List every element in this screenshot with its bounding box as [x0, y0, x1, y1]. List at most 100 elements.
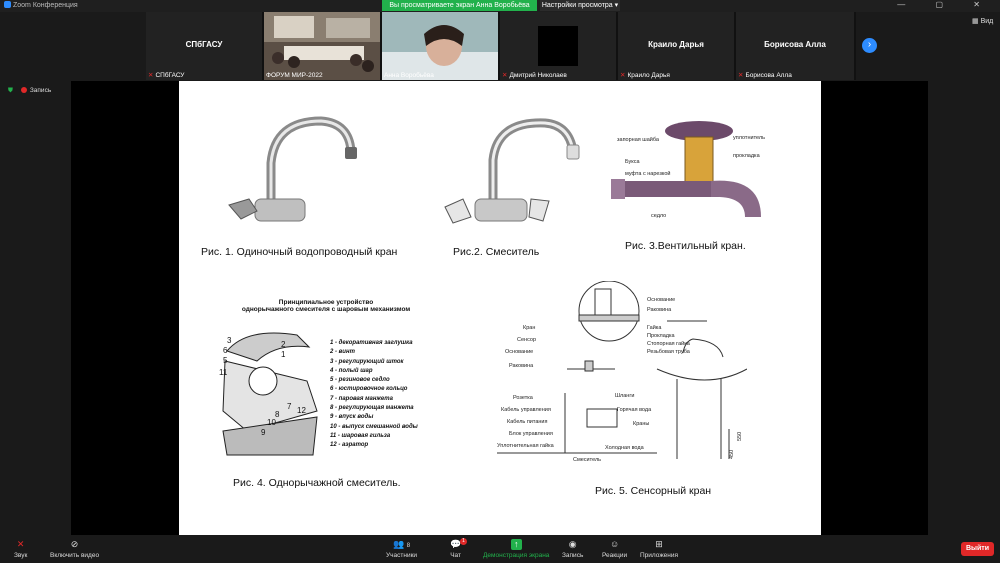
fig5-dimension: 450 — [729, 450, 735, 459]
fig4-title-line1: Принципиальное устройство — [278, 299, 374, 306]
reactions-label: Реакции — [602, 552, 628, 559]
participants-button[interactable]: 👥 8 Участники — [386, 539, 417, 559]
legend-item: 9 - впуск воды — [330, 414, 374, 421]
fig4-single-lever-mixer-image: 3 6 5 11 2 1 7 12 8 10 9 — [219, 332, 318, 456]
participant-tile-video[interactable]: Анна Воробьёва — [382, 12, 498, 80]
fig5-label: Раковина — [647, 307, 672, 313]
svg-text:прокладка: прокладка — [733, 153, 761, 159]
mic-muted-icon: ✕ — [738, 72, 744, 79]
fig5-label: Блок управления — [509, 431, 553, 437]
apps-label: Приложения — [640, 552, 679, 559]
app-title: Zoom Конференция — [4, 1, 78, 9]
fig5-label: Кран — [523, 325, 535, 331]
participants-label: Участники — [386, 552, 418, 559]
gallery-strip: СПбГАСУ ✕ СПбГАСУ ФОРУМ МИР-2022 Анна Вор… — [146, 12, 856, 80]
presenter-video — [382, 12, 498, 80]
fig5-label: Кабель питания — [507, 419, 548, 425]
svg-text:муфта с нарезкой: муфта с нарезкой — [625, 170, 670, 177]
participant-tile[interactable]: Краило Дарья ✕ Краило Дарья — [618, 12, 734, 80]
meeting-toolbar: ✕ Звук ⊘ Включить видео 👥 8 Участники 💬 … — [0, 536, 1000, 563]
participant-tile[interactable]: ✕ Дмитрий Николаев — [500, 12, 616, 80]
record-label: Запись — [562, 552, 584, 559]
zoom-logo-icon — [4, 1, 11, 8]
fig5-label: Стопорная гайка — [647, 340, 691, 347]
fig3-valve-tap-image: запорная шайба Букса муфта с нарезкой уп… — [611, 121, 765, 219]
fig5-label: Шланги — [615, 393, 634, 399]
svg-text:уплотнитель: уплотнитель — [733, 135, 765, 141]
fig5-label: Гайка — [647, 324, 662, 331]
participant-tile[interactable]: СПбГАСУ ✕ СПбГАСУ — [146, 12, 262, 80]
leave-button[interactable]: Выйти — [961, 542, 994, 556]
fig5-sensor-tap-diagram: Основание Раковина Гайка Прокладка Стопо… — [497, 281, 747, 463]
svg-text:запорная шайба: запорная шайба — [617, 136, 660, 143]
svg-text:7: 7 — [287, 402, 292, 411]
fig2-mixer-image — [444, 118, 580, 224]
fig5-label: Уплотнительная гайка — [497, 442, 555, 449]
avatar — [538, 26, 578, 66]
fig5-label: Сенсор — [517, 337, 536, 343]
fig4-legend: 1 - декоративная заглушка 2 - винт 3 - р… — [330, 339, 418, 451]
participant-name-large: Краило Дарья — [648, 40, 704, 49]
svg-text:Букса: Букса — [625, 159, 640, 165]
legend-item: 4 - полый шар — [330, 367, 373, 374]
fig5-label: Смеситель — [573, 457, 601, 463]
participant-tile[interactable]: Борисова Алла ✕ Борисова Алла — [736, 12, 854, 80]
participant-caption: ФОРУМ МИР-2022 — [266, 72, 323, 79]
legend-item: 6 - юстировочное кольцо — [330, 386, 408, 393]
fig4-title-line2: однорычажного смесителя с шаровым механи… — [241, 306, 411, 313]
svg-text:10: 10 — [267, 418, 276, 427]
reactions-button[interactable]: ☺ Реакции — [602, 539, 627, 559]
participants-count: 8 — [406, 543, 411, 549]
svg-text:6: 6 — [223, 346, 228, 355]
participant-caption: Анна Воробьёва — [384, 72, 434, 79]
audio-button[interactable]: ✕ Звук — [14, 539, 27, 559]
chat-button[interactable]: 💬 1 Чат — [450, 538, 467, 559]
share-arrow-icon: ↑ — [510, 539, 522, 550]
legend-item: 2 - винт — [330, 349, 355, 356]
audio-label: Звук — [14, 552, 28, 559]
participant-caption: Борисова Алла — [745, 72, 792, 79]
apps-grid-icon: ⊞ — [655, 539, 663, 549]
chat-badge: 1 — [460, 538, 467, 545]
share-label: Демонстрация экрана — [483, 552, 550, 559]
fig5-label: Горячая вода — [617, 407, 652, 413]
share-banner: Вы просматриваете экран Анна Воробьёва — [382, 0, 537, 11]
participant-tile-video[interactable]: ФОРУМ МИР-2022 — [264, 12, 380, 80]
svg-text:5: 5 — [223, 356, 228, 365]
record-icon: ◉ — [568, 539, 577, 549]
participant-caption: Дмитрий Николаев — [509, 72, 567, 79]
fig1-caption: Рис. 1. Одиночный водопроводный кран — [201, 246, 398, 258]
chat-label: Чат — [450, 552, 461, 559]
window-controls[interactable]: — ▢ ✕ — [897, 0, 994, 9]
share-screen-button[interactable]: ↑ Демонстрация экрана — [483, 539, 549, 559]
fig5-label: Основание — [505, 349, 533, 355]
fig4-caption: Рис. 4. Однорычажной смеситель. — [233, 477, 401, 489]
record-button[interactable]: ◉ Запись — [562, 539, 583, 559]
fig2-caption: Рис.2. Смеситель — [453, 246, 540, 258]
participant-name-large: СПбГАСУ — [185, 40, 223, 49]
legend-item: 12 - аэратор — [330, 442, 369, 449]
fig5-dimension: 550 — [737, 432, 743, 441]
apps-button[interactable]: ⊞ Приложения — [640, 539, 678, 559]
mic-muted-icon: ✕ — [620, 72, 626, 79]
view-options-button[interactable]: Настройки просмотра ▾ — [540, 0, 620, 11]
video-off-icon: ⊘ — [70, 539, 79, 549]
svg-text:12: 12 — [297, 406, 306, 415]
fig5-label: Розетка — [513, 395, 534, 401]
shield-icon: ⛊ — [8, 87, 13, 94]
view-button[interactable]: ▦ Вид — [972, 17, 993, 25]
fig5-label: Кабель управления — [501, 407, 551, 413]
fig5-caption: Рис. 5. Сенсорный кран — [595, 485, 712, 497]
participant-caption: Краило Дарья — [627, 72, 670, 79]
app-title-text: Zoom Конференция — [13, 2, 78, 9]
fig5-label: Раковина — [509, 363, 534, 369]
recording-indicator: ⛊ Запись — [8, 87, 51, 95]
fig5-label: Резьбовая труба — [647, 349, 691, 355]
video-button[interactable]: ⊘ Включить видео — [50, 539, 99, 559]
fig5-label: Холодная вода — [605, 445, 645, 451]
shared-slide: Рис. 1. Одиночный водопроводный кран Рис… — [179, 81, 821, 535]
legend-item: 3 - регулирующий шток — [330, 358, 404, 365]
svg-text:11: 11 — [219, 368, 228, 377]
legend-item: 5 - резиновое седло — [330, 377, 390, 384]
next-page-icon[interactable]: › — [862, 38, 877, 53]
